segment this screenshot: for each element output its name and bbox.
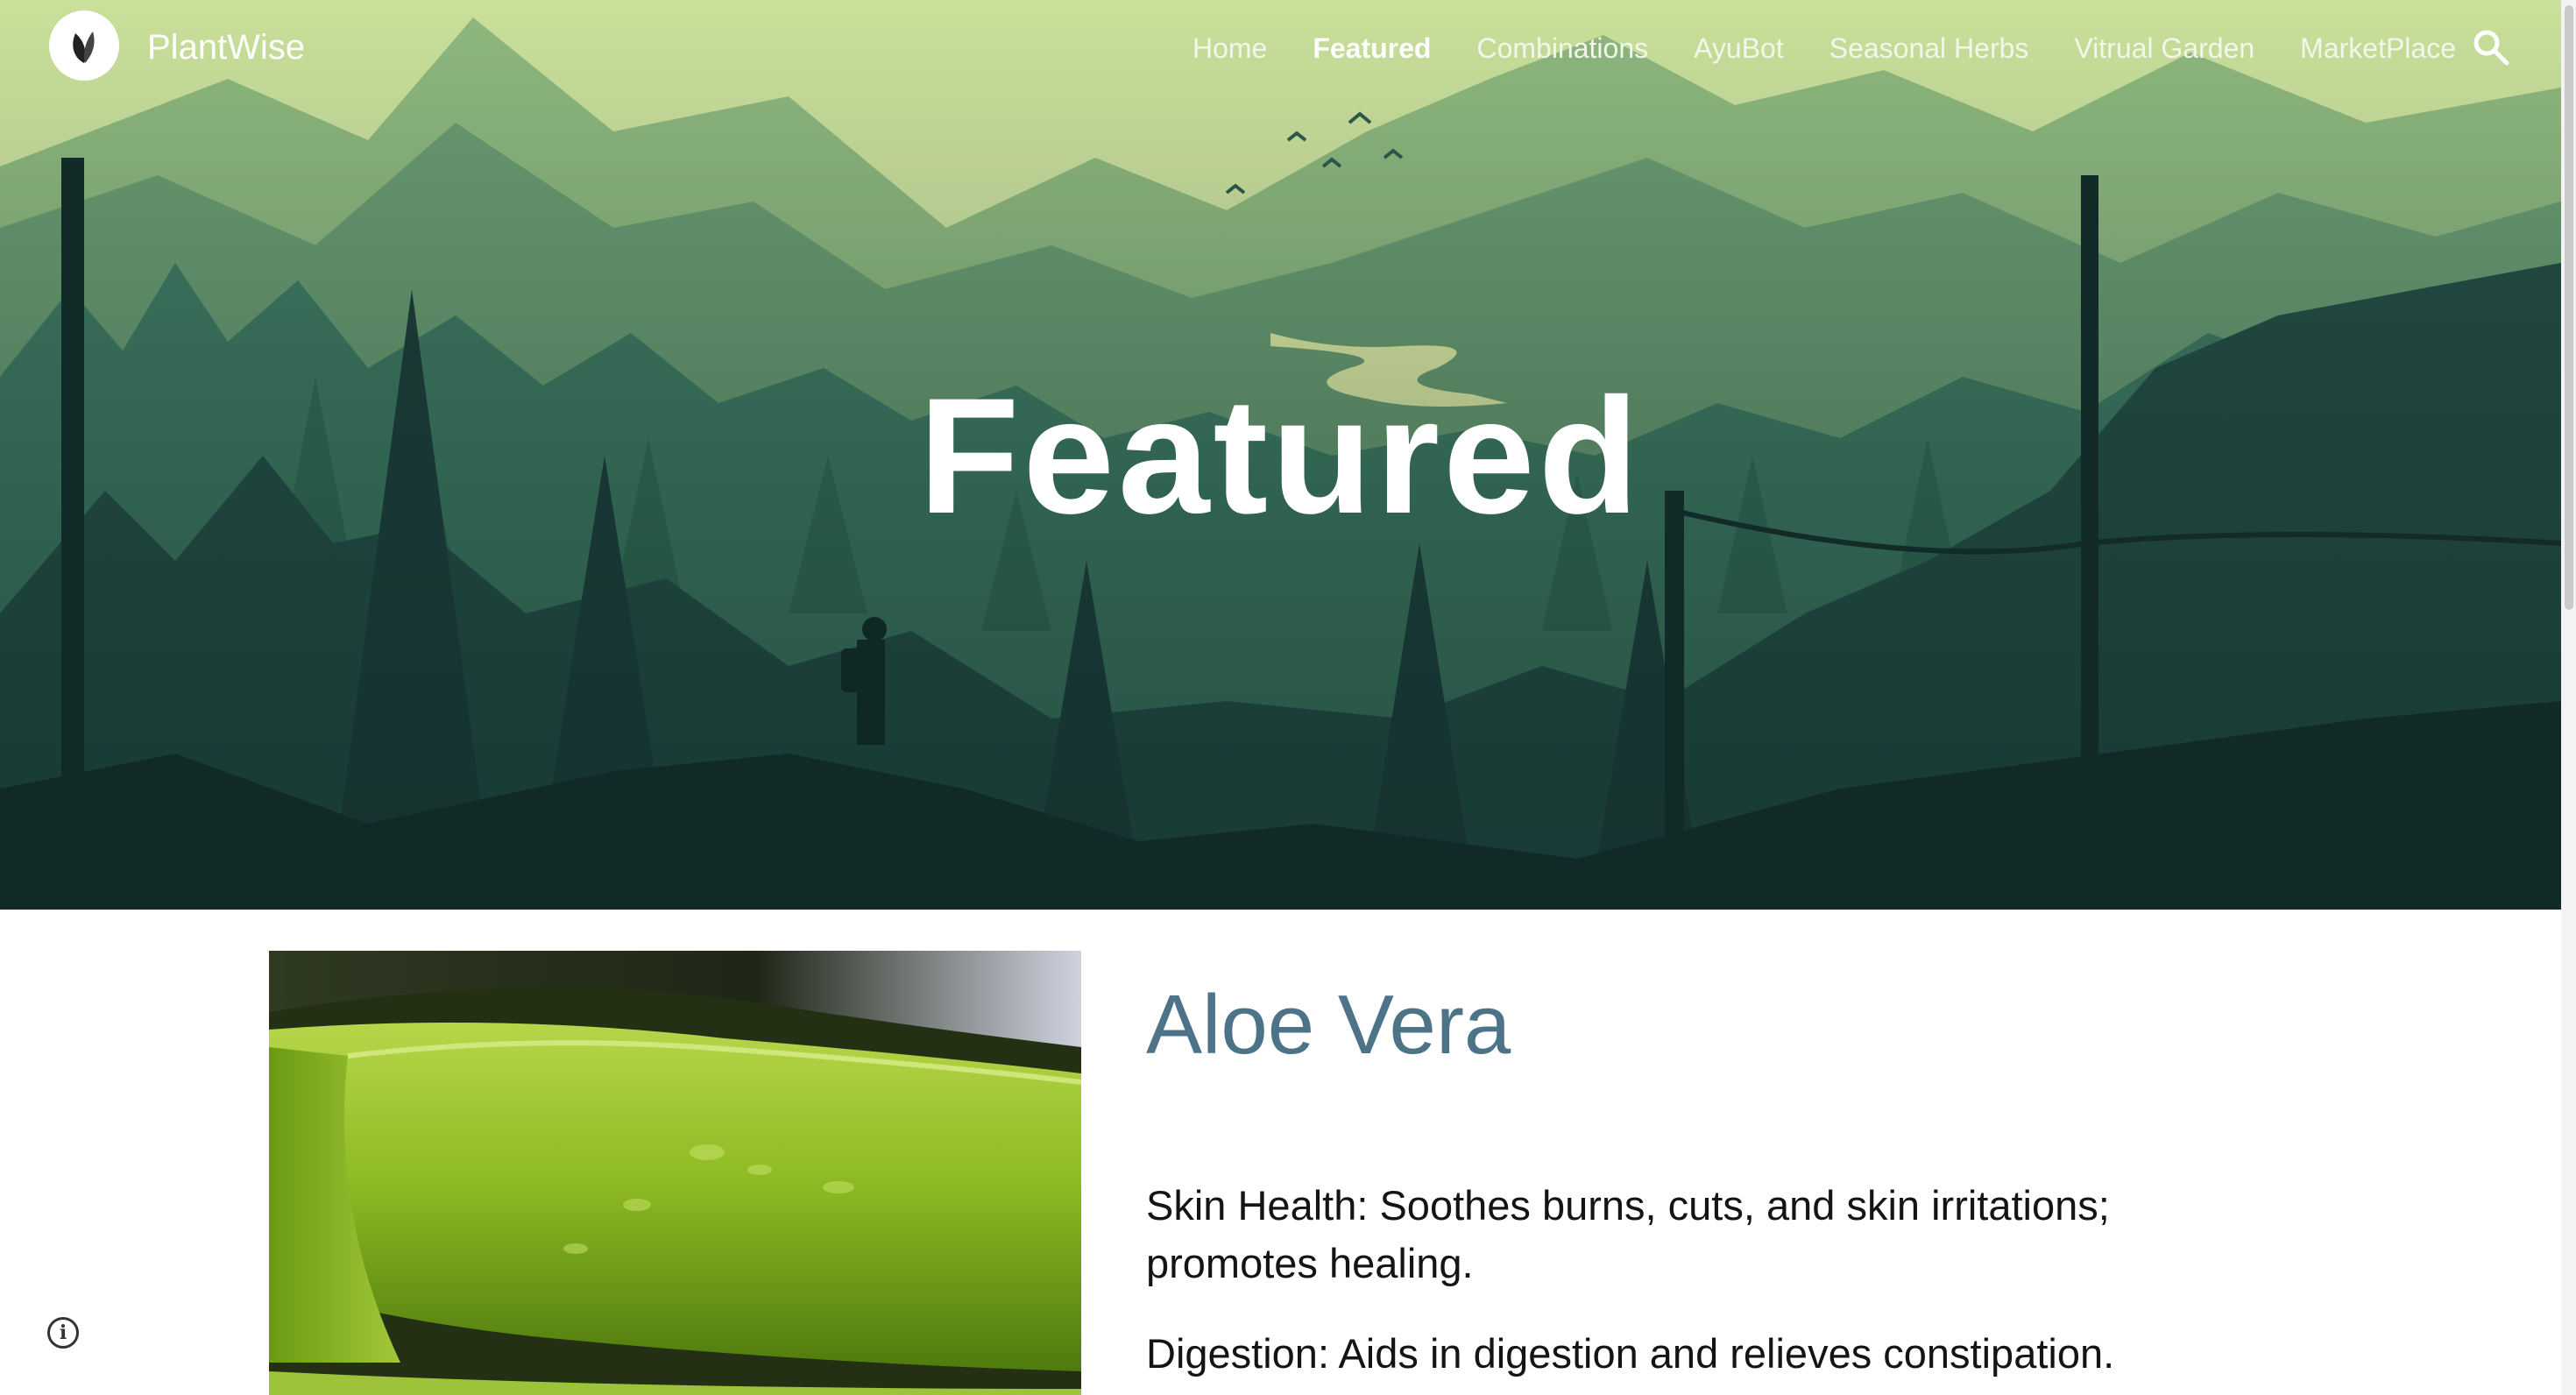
benefit-skin-health: Skin Health: Soothes burns, cuts, and sk…	[1146, 1182, 2110, 1286]
nav-item-ayubot[interactable]: AyuBot	[1694, 29, 1784, 67]
brand-logo[interactable]	[49, 11, 119, 81]
hero-banner: PlantWise Home Featured Combinations Ayu…	[0, 0, 2561, 910]
nav-item-combinations[interactable]: Combinations	[1476, 29, 1648, 67]
nav-item-marketplace[interactable]: MarketPlace	[2300, 29, 2456, 67]
info-button[interactable]: i	[47, 1317, 79, 1349]
main-navigation: Home Featured Combinations AyuBot Season…	[1192, 26, 2456, 70]
nav-item-virtual-garden[interactable]: Vitrual Garden	[2074, 29, 2254, 67]
search-button[interactable]	[2470, 26, 2512, 68]
leaf-icon	[73, 32, 95, 63]
nav-item-featured[interactable]: Featured	[1313, 29, 1431, 67]
search-icon	[2473, 30, 2509, 66]
scrollbar-track[interactable]	[2561, 0, 2576, 1395]
aloe-vera-image	[269, 951, 1081, 1395]
nav-item-seasonal-herbs[interactable]: Seasonal Herbs	[1829, 29, 2029, 67]
brand-name[interactable]: PlantWise	[147, 25, 305, 70]
scrollbar-thumb[interactable]	[2565, 5, 2573, 610]
benefit-digestion: Digestion: Aids in digestion and relieve…	[1146, 1330, 2115, 1377]
nav-item-home[interactable]: Home	[1192, 29, 1267, 67]
info-icon: i	[59, 1321, 67, 1344]
page-title: Featured	[918, 364, 1643, 548]
article-title: Aloe Vera	[1146, 978, 1511, 1072]
